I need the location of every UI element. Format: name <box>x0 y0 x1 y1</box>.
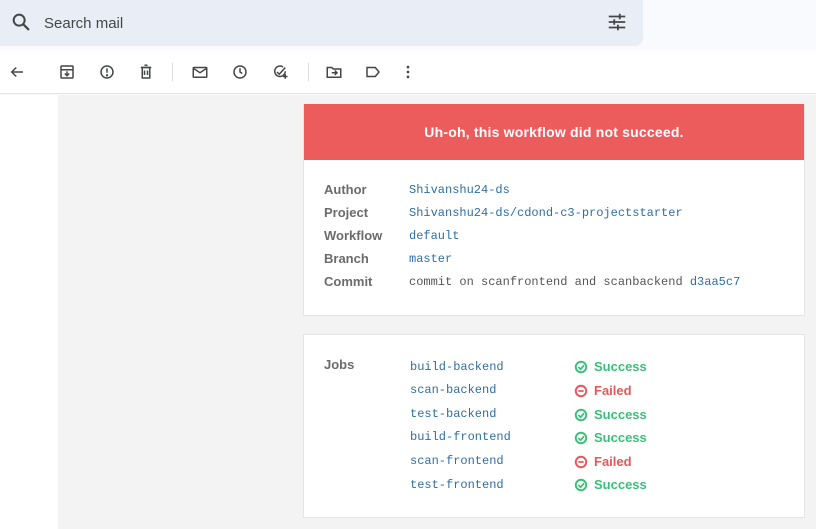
success-icon <box>574 408 588 421</box>
project-label: Project <box>324 205 369 220</box>
author-link[interactable]: Shivanshu24-ds <box>409 183 510 197</box>
job-name-link[interactable]: test-backend <box>410 407 496 421</box>
job-status: Success <box>574 430 647 445</box>
failed-icon <box>574 455 588 468</box>
job-status: Success <box>574 407 647 422</box>
commit-label: Commit <box>324 274 373 289</box>
arrow-back-icon[interactable] <box>7 62 27 82</box>
failure-banner: Uh-oh, this workflow did not succeed. <box>304 104 804 160</box>
branch-link[interactable]: master <box>409 252 452 266</box>
archive-icon[interactable] <box>57 62 77 82</box>
success-icon <box>574 360 588 373</box>
job-status-text: Success <box>594 359 647 374</box>
tune-icon[interactable] <box>606 11 628 33</box>
left-nav-strip <box>0 95 58 529</box>
job-status: Failed <box>574 383 632 398</box>
search-bar <box>0 0 643 46</box>
failed-icon <box>574 384 588 397</box>
success-icon <box>574 478 588 491</box>
branch-label: Branch <box>324 251 369 266</box>
author-label: Author <box>324 182 367 197</box>
delete-icon[interactable] <box>136 62 156 82</box>
job-name-link[interactable]: scan-frontend <box>410 454 504 468</box>
job-status-text: Success <box>594 430 647 445</box>
snooze-icon[interactable] <box>230 62 250 82</box>
job-name-link[interactable]: test-frontend <box>410 478 504 492</box>
job-status: Success <box>574 359 647 374</box>
workflow-label: Workflow <box>324 228 383 243</box>
job-name-link[interactable]: build-backend <box>410 360 504 374</box>
add-task-icon[interactable] <box>270 62 290 82</box>
workflow-link[interactable]: default <box>409 229 459 243</box>
commit-message: commit on scanfrontend and scanbackend <box>409 275 683 289</box>
job-name-link[interactable]: build-frontend <box>410 430 511 444</box>
toolbar-divider <box>308 63 309 81</box>
mark-unread-icon[interactable] <box>190 62 210 82</box>
jobs-card <box>303 334 805 518</box>
message-toolbar <box>0 50 816 94</box>
job-status-text: Success <box>594 477 647 492</box>
jobs-label: Jobs <box>324 357 355 372</box>
job-status-text: Success <box>594 407 647 422</box>
label-icon[interactable] <box>363 62 383 82</box>
report-spam-icon[interactable] <box>97 62 117 82</box>
job-status: Failed <box>574 454 632 469</box>
more-vert-icon[interactable] <box>398 62 418 82</box>
commit-sha-link[interactable]: d3aa5c7 <box>690 275 740 289</box>
job-status-text: Failed <box>594 454 632 469</box>
search-icon[interactable] <box>10 11 32 33</box>
project-link[interactable]: Shivanshu24-ds/cdond-c3-projectstarter <box>409 206 683 220</box>
move-to-icon[interactable] <box>324 62 344 82</box>
toolbar-divider <box>172 63 173 81</box>
job-name-link[interactable]: scan-backend <box>410 383 496 397</box>
job-status-text: Failed <box>594 383 632 398</box>
job-status: Success <box>574 477 647 492</box>
success-icon <box>574 431 588 444</box>
commit-value: commit on scanfrontend and scanbackend d… <box>409 275 740 289</box>
search-input[interactable] <box>44 11 544 35</box>
